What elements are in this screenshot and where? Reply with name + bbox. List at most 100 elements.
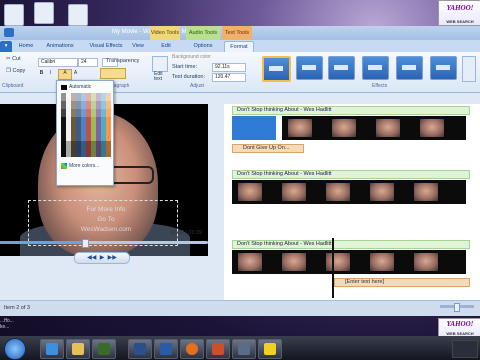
- desktop-overlay-text: ...ffo... ke...: [0, 318, 60, 334]
- color-swatch-grid[interactable]: [61, 93, 111, 157]
- more-colors-option[interactable]: More colors...: [69, 163, 99, 169]
- desktop-file-icon[interactable]: [4, 4, 24, 26]
- frame-thumbnail: [414, 183, 438, 201]
- tab-options[interactable]: Options: [190, 41, 216, 52]
- effect-5[interactable]: [430, 56, 457, 80]
- effects-gallery-scroll[interactable]: [462, 56, 476, 82]
- text-duration-label: Text duration:: [172, 74, 206, 80]
- start-time-field[interactable]: 92.11s: [212, 63, 246, 72]
- automatic-swatch[interactable]: [61, 85, 67, 90]
- clipboard-group-label: Clipboard: [2, 83, 24, 89]
- frame-thumbnail: [376, 119, 400, 137]
- frame-thumbnail: [414, 253, 438, 271]
- frame-thumbnail: [288, 119, 312, 137]
- more-colors-icon: [61, 163, 67, 169]
- context-tab-text-tools[interactable]: Text Tools: [222, 26, 252, 40]
- font-color-button[interactable]: A: [58, 69, 72, 80]
- taskbar-ie-icon[interactable]: [40, 339, 64, 359]
- yahoo-widget-top[interactable]: YAHOO! WEB SEARCH: [438, 0, 480, 26]
- app-menu-icon[interactable]: [4, 28, 14, 37]
- background-color-button[interactable]: Background color: [172, 54, 211, 60]
- desktop-document-icon-2[interactable]: [68, 4, 88, 26]
- effect-2[interactable]: [328, 56, 355, 80]
- frame-thumbnail: [420, 119, 444, 137]
- adjust-group-label: Adjust: [190, 83, 204, 89]
- video-clip-row-3[interactable]: [232, 250, 466, 274]
- caption-clip-row-1[interactable]: Dont Give Up On...: [232, 144, 304, 153]
- video-clip-row-2[interactable]: [232, 180, 466, 204]
- bold-button[interactable]: B: [38, 70, 45, 77]
- font-name-select[interactable]: Calibri: [38, 58, 78, 67]
- tab-home[interactable]: Home: [16, 41, 36, 52]
- taskbar-aim-icon[interactable]: [258, 339, 282, 359]
- file-menu-tab[interactable]: ▾: [0, 41, 12, 52]
- seek-bar[interactable]: [0, 239, 208, 248]
- title-bar: My Movie - Windows Live Movie Maker Vide…: [0, 26, 480, 40]
- status-bar: Item 2 of 3: [0, 300, 480, 316]
- effect-4[interactable]: [396, 56, 423, 80]
- frame-thumbnail: [370, 183, 394, 201]
- overlay-text-line-2: Go To: [97, 216, 115, 223]
- automatic-color-option[interactable]: Automatic: [69, 84, 91, 90]
- font-size-select[interactable]: 24: [78, 58, 98, 67]
- tab-edit[interactable]: Edit: [158, 41, 174, 52]
- title-clip[interactable]: [232, 116, 276, 140]
- ribbon-tabs: ▾ Home Animations Visual Effects View Ed…: [0, 40, 480, 53]
- frame-thumbnail: [238, 183, 262, 201]
- swatch-columns: [61, 93, 111, 157]
- color-grid-svg: [61, 93, 111, 157]
- edit-text-button[interactable]: Edit text: [154, 72, 166, 82]
- text-duration-field[interactable]: 120.47: [212, 73, 246, 82]
- preview-time: 01:32 / 03:39: [170, 230, 203, 236]
- frame-thumbnail: [326, 183, 350, 201]
- desktop-document-icon[interactable]: [34, 2, 54, 24]
- status-item-count: Item 2 of 3: [4, 305, 30, 311]
- frame-thumbnail: [326, 253, 350, 271]
- effect-1[interactable]: [296, 56, 323, 80]
- frame-thumbnail: [282, 253, 306, 271]
- movie-maker-window: My Movie - Windows Live Movie Maker Vide…: [0, 26, 480, 316]
- context-tab-audio-tools[interactable]: Audio Tools: [186, 26, 220, 40]
- frame-thumbnail: [332, 119, 356, 137]
- overlay-text-line-1: For More Info: [86, 206, 126, 213]
- taskbar: [0, 336, 480, 360]
- playback-controls[interactable]: ◀◀ ▶ ▶▶: [74, 252, 130, 264]
- transparency-control[interactable]: Transparency: [106, 58, 139, 64]
- audio-clip-row-1[interactable]: Don't Stop thinking About - Wes Hadlitt: [232, 106, 470, 115]
- seek-thumb[interactable]: [82, 239, 89, 248]
- start-button-icon[interactable]: [4, 338, 26, 360]
- system-tray[interactable]: [452, 340, 478, 358]
- taskbar-photoshop-icon[interactable]: [128, 339, 152, 359]
- zoom-slider-thumb[interactable]: [454, 303, 460, 312]
- taskbar-powerpoint-icon[interactable]: [206, 339, 230, 359]
- audio-clip-row-3[interactable]: Don't Stop thinking About - Wes Hadlitt: [232, 240, 470, 249]
- taskbar-media-icon[interactable]: [92, 339, 116, 359]
- font-color-dropdown: Automatic More colors...: [56, 80, 114, 186]
- seek-progress: [0, 241, 84, 244]
- tab-view[interactable]: View: [130, 41, 146, 52]
- effect-3[interactable]: [362, 56, 389, 80]
- taskbar-firefox-icon[interactable]: [180, 339, 204, 359]
- copy-button[interactable]: ❐ Copy: [6, 68, 25, 74]
- alignment-buttons[interactable]: [100, 68, 126, 79]
- audio-clip-row-2[interactable]: Don't Stop thinking About - Wes Hadlitt: [232, 170, 470, 179]
- video-clip-row-1[interactable]: [282, 116, 466, 140]
- context-tab-video-tools[interactable]: Video Tools: [150, 26, 180, 40]
- grow-font-icon[interactable]: A: [72, 70, 79, 77]
- italic-button[interactable]: I: [47, 70, 54, 77]
- effect-none[interactable]: [262, 56, 291, 82]
- playhead[interactable]: [332, 238, 334, 298]
- edit-text-icon[interactable]: [152, 56, 168, 72]
- overlay-text-line-3: WesWadsen.com: [80, 226, 132, 233]
- cut-button[interactable]: ✂ Cut: [6, 56, 21, 62]
- taskbar-explorer-icon[interactable]: [66, 339, 90, 359]
- yahoo-widget-bottom[interactable]: YAHOO! WEB SEARCH: [438, 318, 480, 338]
- tab-visual-effects[interactable]: Visual Effects: [84, 41, 128, 52]
- start-time-label: Start time:: [172, 64, 198, 70]
- taskbar-movie-maker-icon[interactable]: [232, 339, 256, 359]
- taskbar-word-icon[interactable]: [154, 339, 178, 359]
- zoom-slider[interactable]: [440, 303, 474, 312]
- tab-animations[interactable]: Animations: [42, 41, 78, 52]
- desktop-overlay-line-2: ke...: [0, 324, 10, 330]
- caption-clip-row-3[interactable]: [Enter text here]: [334, 278, 470, 287]
